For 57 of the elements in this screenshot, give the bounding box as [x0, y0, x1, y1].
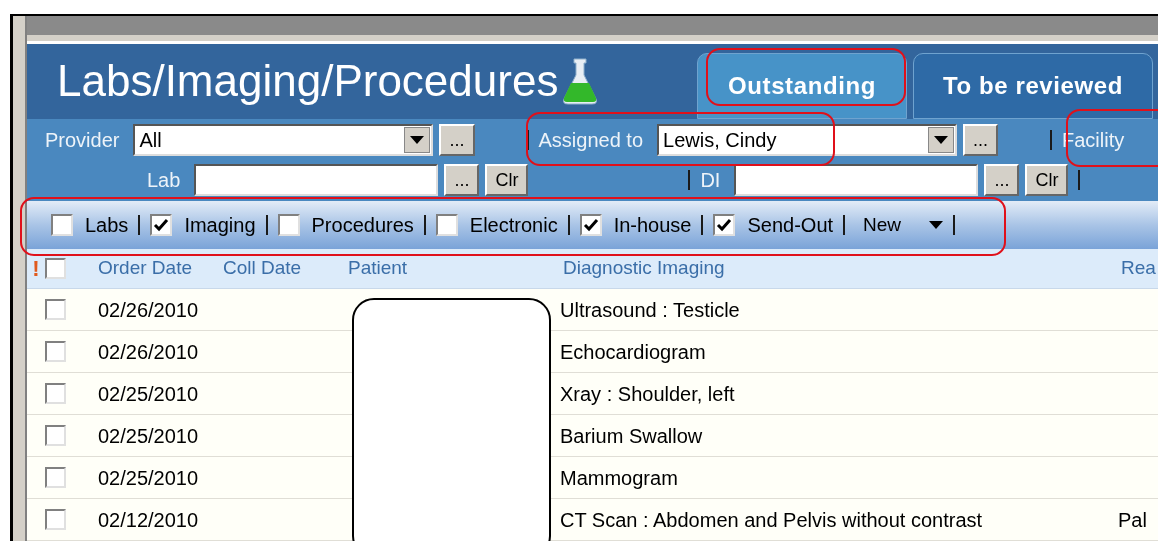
table-cell-text: 02/12/2010	[98, 507, 200, 533]
checkbox[interactable]	[713, 213, 736, 236]
checkbox[interactable]	[45, 341, 66, 362]
button[interactable]: ...	[439, 123, 475, 156]
checkbox[interactable]	[150, 213, 173, 236]
button[interactable]: Clr	[1025, 163, 1069, 196]
table-cell-text: Mammogram	[560, 465, 679, 491]
window-title: Labs/Imaging/Procedures	[57, 59, 559, 104]
field-label: Lab	[147, 167, 181, 193]
table-cell-text: CT Scan : Abdomen and Pelvis without contrast	[560, 507, 984, 533]
checkbox[interactable]	[45, 509, 66, 530]
button[interactable]: ...	[963, 123, 999, 156]
checkbox[interactable]	[45, 425, 66, 446]
checkbox[interactable]	[579, 213, 602, 236]
priority-icon: !	[27, 252, 45, 285]
checkbox-label: Labs	[85, 212, 129, 238]
dropdown-field[interactable]: Lewis, Cindy	[657, 123, 957, 156]
field-label: DI	[700, 167, 721, 193]
column-header[interactable]: Patient	[348, 254, 563, 283]
button[interactable]: ...	[444, 163, 480, 196]
table-cell-text: 02/25/2010	[98, 381, 200, 407]
input-field[interactable]	[194, 163, 439, 196]
checkbox[interactable]	[435, 213, 458, 236]
checkbox[interactable]	[45, 258, 66, 279]
table-cell-text: Echocardiogram	[560, 339, 707, 365]
flask-icon	[562, 57, 599, 106]
checkbox[interactable]	[51, 213, 73, 236]
field-label: Provider	[45, 127, 120, 153]
dropdown-field[interactable]: All	[133, 123, 434, 156]
checkbox[interactable]	[277, 213, 300, 236]
input-field[interactable]	[734, 163, 979, 196]
table-cell-text: Barium Swallow	[560, 423, 704, 449]
checkbox-label: Send-Out	[747, 212, 834, 238]
table-cell-text: Xray : Shoulder, left	[560, 381, 736, 407]
button[interactable]: Clr	[485, 163, 529, 196]
column-header[interactable]: Diagnostic Imaging	[563, 254, 1121, 283]
new-menu-button[interactable]: New	[863, 210, 944, 240]
column-header[interactable]: Rea	[1121, 254, 1156, 283]
checkbox[interactable]	[45, 299, 66, 320]
table-cell-text: Ultrasound : Testicle	[560, 297, 741, 323]
checkbox-label: Imaging	[184, 212, 256, 238]
checkbox-label: In-house	[613, 212, 692, 238]
checkbox-label: Electronic	[469, 212, 558, 238]
table-cell-text: 02/25/2010	[98, 465, 200, 491]
tab[interactable]: To be reviewed	[913, 53, 1153, 119]
table-cell-text: 02/25/2010	[98, 423, 200, 449]
column-header[interactable]: Coll Date	[223, 254, 348, 283]
table-cell-text: 02/26/2010	[98, 339, 200, 365]
table-cell-text: 02/26/2010	[98, 297, 200, 323]
column-header[interactable]: Order Date	[98, 254, 223, 283]
checkbox-label: Procedures	[311, 212, 414, 238]
field-label: Assigned to	[538, 127, 643, 153]
button[interactable]: ...	[984, 163, 1020, 196]
table-cell-text: Pal	[1118, 507, 1147, 533]
caret-icon	[929, 220, 944, 229]
checkbox[interactable]	[45, 467, 66, 488]
checkbox[interactable]	[45, 383, 66, 404]
